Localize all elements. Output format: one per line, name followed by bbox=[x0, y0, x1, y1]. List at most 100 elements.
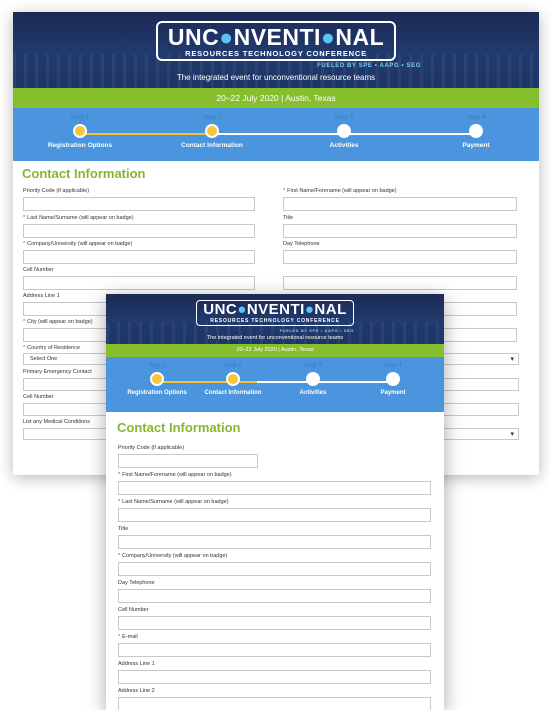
logo-text-right: NAL bbox=[335, 24, 385, 50]
water-drop-icon: ● bbox=[304, 301, 315, 318]
cell-number-field: Cell Number bbox=[118, 607, 431, 630]
step-1[interactable]: Step 1 Registration Options bbox=[117, 363, 197, 396]
step-3[interactable]: Step 3 Activities bbox=[273, 363, 353, 396]
last-name-field: * Last Name/Surname (will appear on badge… bbox=[118, 499, 431, 522]
title-input[interactable] bbox=[118, 535, 431, 549]
step-pending-icon bbox=[469, 124, 483, 138]
step-2[interactable]: Step 2 Contact Information bbox=[172, 114, 252, 149]
form-title: Contact Information bbox=[117, 420, 241, 435]
day-telephone-field: Day Telephone bbox=[283, 241, 517, 264]
cell-number-input[interactable] bbox=[118, 616, 431, 630]
cell-number-input[interactable] bbox=[23, 276, 255, 290]
field-label: Cell Number bbox=[118, 607, 149, 613]
country-select-value: Select One bbox=[30, 356, 58, 362]
step-number: Step 3 bbox=[334, 114, 354, 121]
progress-steps: Step 1 Registration Options Step 2 Conta… bbox=[106, 357, 444, 412]
last-name-input[interactable] bbox=[118, 508, 431, 522]
logo-text-mid: NVENTI bbox=[246, 301, 305, 318]
conference-logo: UNC●NVENTI●NAL RESOURCES TECHNOLOGY CONF… bbox=[155, 21, 397, 61]
logo-subtitle: RESOURCES TECHNOLOGY CONFERENCE bbox=[210, 318, 340, 324]
step-pending-icon bbox=[306, 372, 320, 386]
water-drop-icon: ● bbox=[219, 24, 234, 50]
water-drop-icon: ● bbox=[237, 301, 247, 318]
field-label: Day Telephone bbox=[118, 580, 155, 586]
email-field: * E-mail bbox=[118, 634, 431, 657]
step-label: Activities bbox=[299, 390, 327, 396]
step-pending-icon bbox=[337, 124, 351, 138]
day-telephone-input[interactable] bbox=[118, 589, 431, 603]
chevron-down-icon: ▾ bbox=[510, 356, 514, 363]
first-name-input[interactable] bbox=[283, 197, 517, 211]
step-complete-icon bbox=[150, 372, 164, 386]
day-telephone-input[interactable] bbox=[283, 250, 517, 264]
last-name-input[interactable] bbox=[23, 224, 255, 238]
step-4[interactable]: Step 4 Payment bbox=[436, 114, 516, 149]
address-line-2-input[interactable] bbox=[118, 697, 431, 710]
title-field: Title bbox=[283, 215, 517, 238]
logo-text-mid: NVENTI bbox=[233, 24, 321, 50]
step-label: Contact Information bbox=[204, 390, 262, 396]
step-label: Contact Information bbox=[181, 142, 243, 149]
field-label: Company/University (will appear on badge… bbox=[27, 241, 133, 247]
step-label: Registration Options bbox=[47, 142, 113, 149]
step-label: Payment bbox=[462, 142, 490, 149]
progress-steps: Step 1 Registration Options Step 2 Conta… bbox=[13, 108, 539, 161]
step-number: Step 1 bbox=[70, 114, 90, 121]
title-input[interactable] bbox=[283, 224, 517, 238]
step-4[interactable]: Step 4 Payment bbox=[353, 363, 433, 396]
first-name-field: * First Name/Forename (will appear on bad… bbox=[283, 188, 517, 211]
step-current-icon bbox=[226, 372, 240, 386]
field-label: First Name/Forename (will appear on badg… bbox=[287, 188, 397, 194]
step-number: Step 3 bbox=[304, 363, 322, 369]
tagline: The integrated event for unconventional … bbox=[176, 73, 376, 82]
field-label: Priority Code (if applicable) bbox=[118, 445, 185, 451]
step-1[interactable]: Step 1 Registration Options bbox=[40, 114, 120, 149]
address-line-1-field: Address Line 1 bbox=[118, 661, 431, 684]
step-number: Step 1 bbox=[148, 363, 166, 369]
step-3[interactable]: Step 3 Activities bbox=[304, 114, 384, 149]
first-name-input[interactable] bbox=[118, 481, 431, 495]
field-label: Last Name/Surname (will appear on badge) bbox=[122, 499, 229, 505]
conference-banner: UNC●NVENTI●NAL RESOURCES TECHNOLOGY CONF… bbox=[13, 12, 539, 88]
priority-code-field: Priority Code (if applicable) bbox=[118, 445, 258, 468]
step-number: Step 4 bbox=[466, 114, 486, 121]
field-label: Address Line 2 bbox=[118, 688, 155, 694]
field-label: Address Line 1 bbox=[118, 661, 155, 667]
step-label: Registration Options bbox=[127, 390, 187, 396]
priority-code-input[interactable] bbox=[118, 454, 258, 468]
email-input[interactable] bbox=[118, 643, 431, 657]
field-label: Priority Code (if applicable) bbox=[23, 188, 90, 194]
step-number: Step 2 bbox=[202, 114, 222, 121]
step-number: Step 4 bbox=[384, 363, 402, 369]
step-2[interactable]: Step 2 Contact Information bbox=[193, 363, 273, 396]
fueled-by-text: FUELED BY SPE • AAPG • SEG bbox=[317, 63, 421, 69]
field-label: Company/University (will appear on badge… bbox=[122, 553, 228, 559]
step-complete-icon bbox=[73, 124, 87, 138]
priority-code-field: Priority Code (if applicable) bbox=[23, 188, 255, 211]
conference-logo: UNC●NVENTI●NAL RESOURCES TECHNOLOGY CONF… bbox=[196, 300, 354, 326]
registration-page-front: UNC●NVENTI●NAL RESOURCES TECHNOLOGY CONF… bbox=[106, 294, 444, 710]
logo-text-right: NAL bbox=[314, 301, 347, 318]
field-label: E-mail bbox=[122, 634, 138, 640]
contact-form-front: Contact Information Priority Code (if ap… bbox=[106, 412, 444, 710]
text-input[interactable] bbox=[283, 276, 517, 290]
step-number: Step 2 bbox=[224, 363, 242, 369]
logo-text-left: UNC bbox=[167, 24, 220, 50]
fueled-by-text: FUELED BY SPE • AAPG • SEG bbox=[279, 328, 354, 333]
first-name-field: * First Name/Forename (will appear on bad… bbox=[118, 472, 431, 495]
event-date-text: 20–22 July 2020 | Austin, Texas bbox=[236, 347, 314, 353]
priority-code-input[interactable] bbox=[23, 197, 255, 211]
last-name-field: * Last Name/Surname (will appear on badge… bbox=[23, 215, 255, 238]
event-date-text: 20–22 July 2020 | Austin, Texas bbox=[216, 93, 336, 103]
company-input[interactable] bbox=[118, 562, 431, 576]
company-input[interactable] bbox=[23, 250, 255, 264]
day-telephone-field: Day Telephone bbox=[118, 580, 431, 603]
tagline: The integrated event for unconventional … bbox=[206, 335, 344, 341]
logo-subtitle: RESOURCES TECHNOLOGY CONFERENCE bbox=[185, 49, 367, 58]
company-field: * Company/University (will appear on badg… bbox=[23, 241, 255, 264]
field-label: Day Telephone bbox=[283, 241, 320, 247]
event-date-bar: 20–22 July 2020 | Austin, Texas bbox=[13, 88, 539, 108]
water-drop-icon: ● bbox=[320, 24, 336, 50]
address-line-1-input[interactable] bbox=[118, 670, 431, 684]
title-field: Title bbox=[118, 526, 431, 549]
